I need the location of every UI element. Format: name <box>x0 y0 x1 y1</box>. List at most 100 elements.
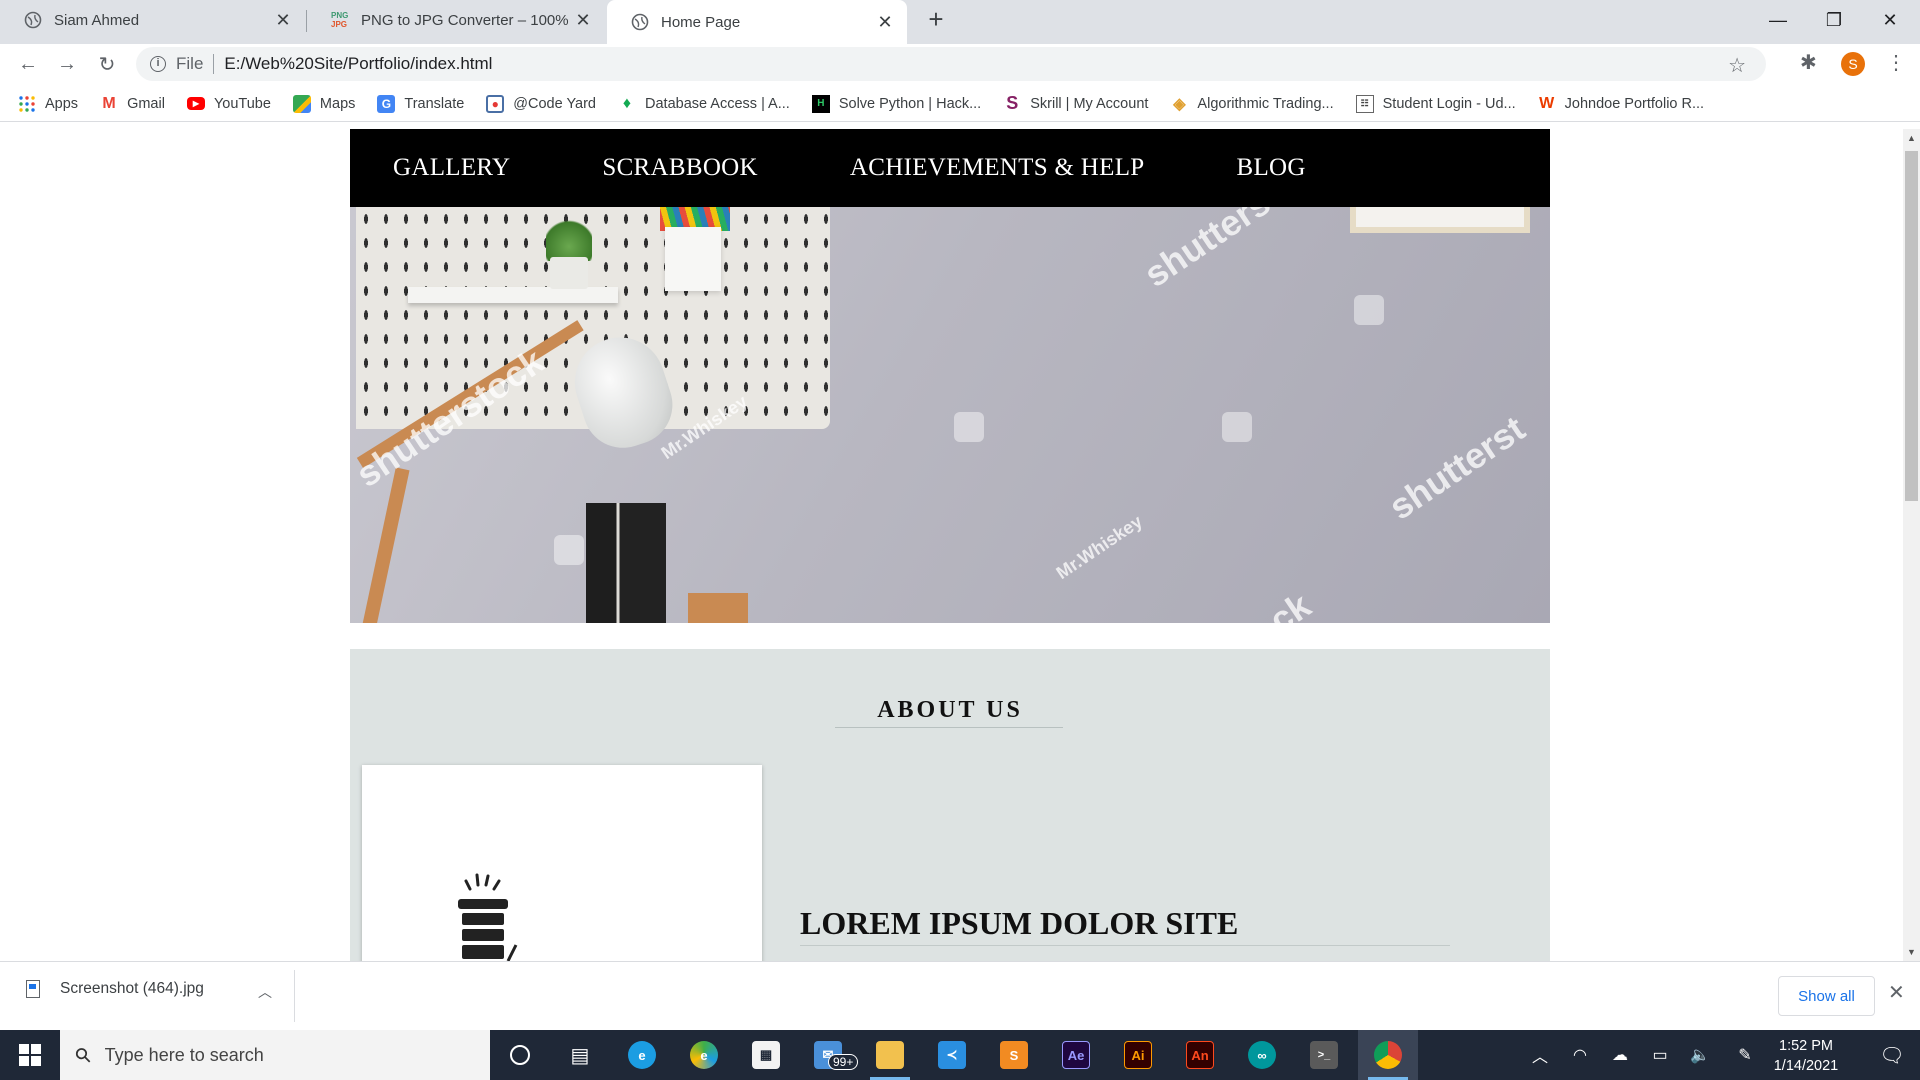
tab-png-to-jpg[interactable]: PNGJPG PNG to JPG Converter – 100% Free … <box>307 0 605 40</box>
bookmark-label: Algorithmic Trading... <box>1197 95 1334 112</box>
menu-dots-icon[interactable]: ⋮ <box>1886 50 1906 75</box>
chevron-up-icon[interactable]: ︿ <box>258 982 272 1002</box>
taskbar-illustrator[interactable]: Ai <box>1108 1030 1168 1080</box>
arrow-right-icon: → <box>57 52 77 75</box>
clock-time: 1:52 PM <box>1779 1038 1833 1054</box>
taskbar-terminal[interactable]: >_ <box>1294 1030 1354 1080</box>
bookmark-label: Solve Python | Hack... <box>838 95 982 112</box>
hackerrank-icon: H <box>811 94 830 113</box>
tab-strip: Siam Ahmed ✕ PNG JPG PNG to JPG Converter… <box>0 0 1920 44</box>
close-icon[interactable]: ✕ <box>1888 980 1905 1005</box>
search-icon: ⚲ <box>70 1042 97 1069</box>
watermark-logo-icon <box>554 535 584 565</box>
shelf <box>408 287 618 303</box>
page-scrollbar[interactable]: ▲ ▼ <box>1903 129 1920 961</box>
taskbar-vscode[interactable]: ≺ <box>922 1030 982 1080</box>
new-tab-button[interactable]: + <box>922 6 950 34</box>
watermark-logo-icon <box>1354 295 1384 325</box>
battery-icon[interactable]: ▭ <box>1640 1030 1680 1080</box>
restore-button[interactable]: ❐ <box>1806 0 1862 40</box>
taskbar-chrome[interactable] <box>1358 1030 1418 1080</box>
pen-workspace-icon[interactable]: ✎ <box>1725 1030 1765 1080</box>
taskbar-edge-dev[interactable]: e <box>674 1030 734 1080</box>
bookmark-student-login[interactable]: ☷ Student Login - Ud... <box>1355 94 1516 113</box>
close-window-button[interactable]: ✕ <box>1862 0 1918 40</box>
tray-chevron-up-icon[interactable]: ︿ <box>1520 1030 1560 1080</box>
address-bar[interactable]: i File E:/Web%20Site/Portfolio/index.htm… <box>136 47 1766 81</box>
scrollbar-thumb[interactable] <box>1905 151 1918 501</box>
mail-badge: 99+ <box>828 1054 859 1070</box>
watermark-logo-icon <box>954 412 984 442</box>
taskbar-task-view[interactable]: ▤ <box>550 1030 610 1080</box>
bookmark-gmail[interactable]: M Gmail <box>100 95 165 113</box>
skrill-icon: S <box>1006 93 1019 113</box>
taskbar-clock[interactable]: 1:52 PM 1/14/2021 <box>1760 1036 1852 1076</box>
tab-home-page[interactable]: Home Page ✕ <box>607 0 907 44</box>
illustrator-icon: Ai <box>1124 1041 1152 1069</box>
wifi-icon[interactable]: ◠ <box>1560 1030 1600 1080</box>
nav-gallery[interactable]: GALLERY <box>393 154 510 182</box>
bookmark-code-yard[interactable]: ● @Code Yard <box>486 94 596 113</box>
taskbar-store[interactable]: ▦ <box>736 1030 796 1080</box>
arrow-left-icon: ← <box>18 52 38 75</box>
taskbar-arduino[interactable]: ∞ <box>1232 1030 1292 1080</box>
bookmark-youtube[interactable]: ▶ YouTube <box>186 95 271 112</box>
taskbar-cortana[interactable] <box>490 1030 550 1080</box>
taskbar-search[interactable]: ⚲ Type here to search <box>60 1030 490 1080</box>
show-all-button[interactable]: Show all <box>1778 976 1875 1016</box>
taskbar-file-explorer[interactable] <box>860 1030 920 1080</box>
download-divider <box>294 970 295 1022</box>
extensions-icon[interactable]: ✱ <box>1800 50 1817 75</box>
edge-icon: e <box>628 1041 656 1069</box>
watermark: shutterst <box>1381 407 1533 528</box>
tab-close-icon[interactable]: ✕ <box>875 12 895 33</box>
bookmark-star-icon[interactable]: ☆ <box>1728 53 1746 78</box>
volume-icon[interactable]: 🔈 <box>1680 1030 1720 1080</box>
bookmark-apps[interactable]: Apps <box>18 95 78 113</box>
tab-title: Home Page <box>661 13 741 31</box>
photography-logo-icon <box>458 873 518 961</box>
profile-avatar[interactable]: S <box>1841 52 1865 76</box>
notifications-icon[interactable]: 🗨 <box>1864 1030 1920 1080</box>
bookmark-johndoe-portfolio[interactable]: W Johndoe Portfolio R... <box>1538 95 1704 113</box>
download-shelf: Screenshot (464).jpg ︿ Show all ✕ <box>0 961 1920 1030</box>
taskbar-after-effects[interactable]: Ae <box>1046 1030 1106 1080</box>
portfolio-site: GALLERY SCRABBOOK ACHIEVEMENTS & HELP BL… <box>350 129 1550 961</box>
nav-blog[interactable]: BLOG <box>1237 154 1306 182</box>
windows-logo-icon <box>19 1044 41 1066</box>
animate-icon: An <box>1186 1041 1214 1069</box>
bookmark-hackerrank[interactable]: H Solve Python | Hack... <box>811 94 982 113</box>
scroll-up-icon[interactable]: ▲ <box>1906 133 1917 143</box>
reload-icon: ↻ <box>98 53 116 76</box>
task-view-icon: ▤ <box>570 1044 590 1067</box>
reload-button[interactable]: ↻ <box>93 50 121 78</box>
bookmark-maps[interactable]: Maps <box>292 94 355 113</box>
bookmark-translate[interactable]: G Translate <box>377 94 464 113</box>
minimize-button[interactable]: — <box>1750 0 1806 40</box>
about-heading-underline <box>800 945 1450 946</box>
forward-button[interactable]: → <box>53 50 81 78</box>
bookmark-algorithmic-trading[interactable]: ◈ Algorithmic Trading... <box>1170 95 1333 113</box>
file-explorer-icon <box>876 1041 904 1069</box>
books <box>586 503 666 623</box>
youtube-icon: ▶ <box>186 97 205 110</box>
bookmark-database-access[interactable]: ♦ Database Access | A... <box>618 95 790 113</box>
onedrive-icon[interactable]: ☁ <box>1600 1030 1640 1080</box>
taskbar-animate[interactable]: An <box>1170 1030 1230 1080</box>
taskbar-edge[interactable]: e <box>612 1030 672 1080</box>
download-item[interactable]: Screenshot (464).jpg <box>26 980 204 998</box>
back-button[interactable]: ← <box>14 50 42 78</box>
bookmark-skrill[interactable]: S Skrill | My Account <box>1003 93 1148 113</box>
nav-achievements-help[interactable]: ACHIEVEMENTS & HELP <box>850 154 1145 182</box>
tab-close-icon[interactable]: ✕ <box>273 10 293 31</box>
taskbar-sublime[interactable]: S <box>984 1030 1044 1080</box>
address-url[interactable]: E:/Web%20Site/Portfolio/index.html <box>224 54 492 74</box>
scroll-down-icon[interactable]: ▼ <box>1906 947 1917 957</box>
tab-close-icon[interactable]: ✕ <box>573 10 593 31</box>
tab-title: PNG to JPG Converter – 100% Free <box>361 11 573 29</box>
tab-siam-ahmed[interactable]: Siam Ahmed ✕ <box>0 0 305 40</box>
start-button[interactable] <box>0 1030 60 1080</box>
info-icon[interactable]: i <box>150 56 166 72</box>
bookmark-label: YouTube <box>213 95 271 112</box>
nav-scrabbook[interactable]: SCRABBOOK <box>602 154 758 182</box>
